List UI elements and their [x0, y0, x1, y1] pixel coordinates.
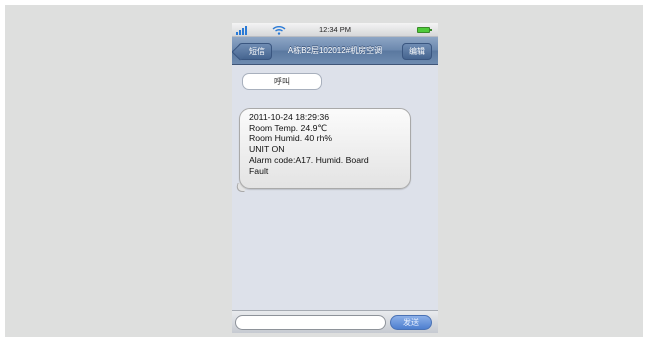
- message-line: 2011-10-24 18:29:36: [249, 112, 330, 122]
- message-line: Room Temp. 24.9℃: [249, 122, 328, 133]
- message-input[interactable]: [235, 315, 386, 330]
- edit-button[interactable]: 编辑: [402, 43, 432, 60]
- call-button[interactable]: 呼叫: [242, 73, 322, 90]
- back-button[interactable]: 短信: [238, 43, 272, 60]
- status-bar: 12:34 PM: [232, 23, 438, 37]
- status-time: 12:34 PM: [318, 25, 352, 34]
- message-line: Fault: [249, 165, 269, 176]
- compose-bar: 发送: [232, 310, 438, 333]
- phone-screen: 12:34 PM 短信 A栋B2层102012#机房空调 编辑 呼叫 2011-…: [232, 23, 438, 333]
- message-line: Alarm code:A17. Humid. Board: [249, 154, 369, 165]
- back-button-label: 短信: [249, 47, 265, 56]
- battery-icon: [417, 27, 432, 33]
- page-frame: 12:34 PM 短信 A栋B2层102012#机房空调 编辑 呼叫 2011-…: [5, 5, 643, 337]
- message-bubble: 2011-10-24 18:29:36 Room Temp. 24.9℃ Roo…: [239, 108, 411, 189]
- send-button[interactable]: 发送: [390, 315, 432, 330]
- nav-bar: 短信 A栋B2层102012#机房空调 编辑: [232, 37, 438, 65]
- message-line: Room Humid. 40 rh%: [249, 133, 333, 144]
- conversation-title: A栋B2层102012#机房空调: [287, 46, 383, 55]
- message-line: UNIT ON: [249, 144, 285, 155]
